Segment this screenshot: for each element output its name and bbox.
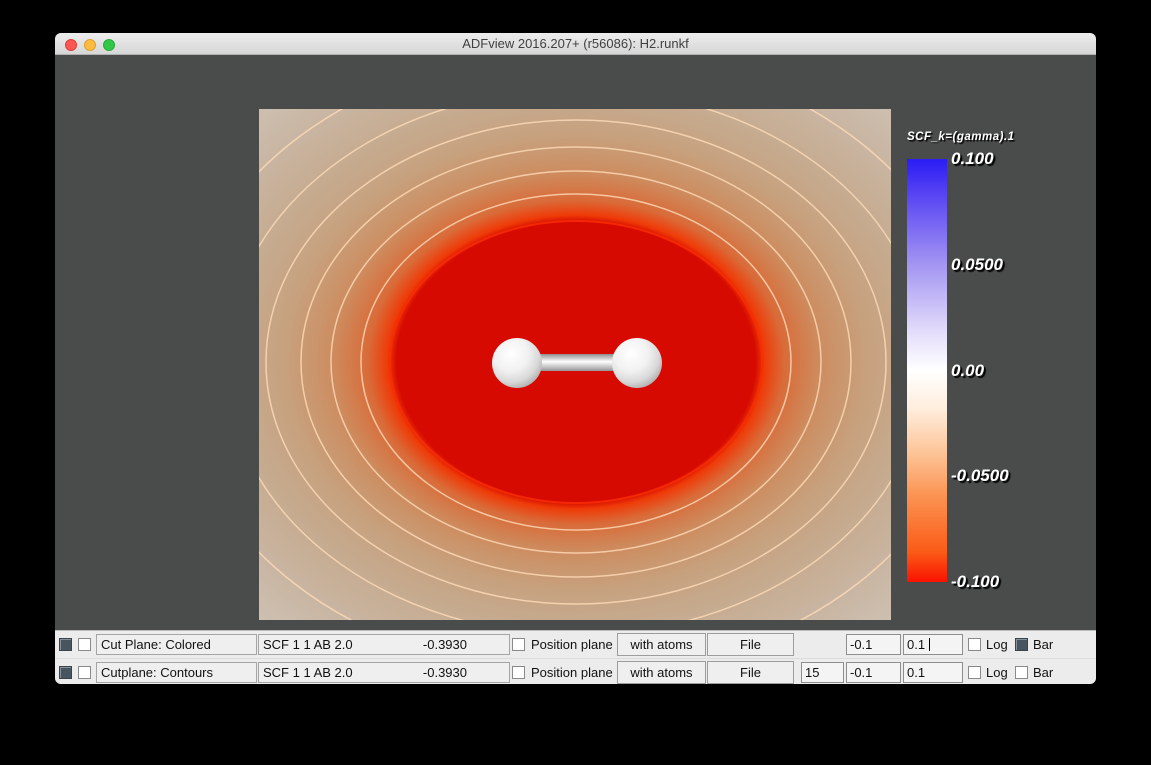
colorbar-tick: -0.100 xyxy=(951,572,999,592)
with-atoms-button[interactable]: with atoms xyxy=(617,661,706,684)
log-checkbox[interactable] xyxy=(968,666,981,679)
colorbar xyxy=(907,159,947,582)
bar-label: Bar xyxy=(1033,665,1053,680)
field-source: SCF 1 1 AB 2.0 xyxy=(263,665,353,682)
position-plane-checkbox[interactable] xyxy=(512,666,525,679)
position-plane-checkbox[interactable] xyxy=(512,638,525,651)
adfview-window: ADFview 2016.207+ (r56086): H2.runkf xyxy=(55,33,1096,684)
bar-checkbox[interactable] xyxy=(1015,666,1028,679)
colorbar-tick: 0.0500 xyxy=(951,255,1003,275)
position-plane-label: Position plane xyxy=(531,637,613,652)
secondary-toggle-checkbox[interactable] xyxy=(78,638,91,651)
field-value: -0.3930 xyxy=(423,637,467,654)
plane-type-field[interactable]: Cut Plane: Colored xyxy=(96,634,257,655)
log-label: Log xyxy=(986,665,1008,680)
position-plane-label: Position plane xyxy=(531,665,613,680)
bar-checkbox[interactable] xyxy=(1015,638,1028,651)
hydrogen-atom xyxy=(492,338,542,388)
cutplane-colored-row: Cut Plane: Colored SCF 1 1 AB 2.0 -0.393… xyxy=(55,631,1096,658)
file-button[interactable]: File xyxy=(707,661,794,684)
min-value-input[interactable]: -0.1 xyxy=(846,662,901,683)
field-toggle-checkbox[interactable] xyxy=(59,638,72,651)
colorbar-tick: -0.0500 xyxy=(951,466,1009,486)
file-button[interactable]: File xyxy=(707,633,794,656)
colorbar-tick: 0.100 xyxy=(951,149,994,169)
field-source-field[interactable]: SCF 1 1 AB 2.0 -0.3930 xyxy=(258,634,510,655)
max-value-input[interactable]: 0.1 xyxy=(903,634,963,655)
max-value: 0.1 xyxy=(907,637,925,652)
field-toggle-checkbox[interactable] xyxy=(59,666,72,679)
hydrogen-atom xyxy=(612,338,662,388)
title-bar[interactable]: ADFview 2016.207+ (r56086): H2.runkf xyxy=(55,33,1096,55)
min-value-input[interactable]: -0.1 xyxy=(846,634,901,655)
field-value: -0.3930 xyxy=(423,665,467,682)
text-caret xyxy=(929,638,930,651)
log-label: Log xyxy=(986,637,1008,652)
field-source: SCF 1 1 AB 2.0 xyxy=(263,637,353,654)
colorbar-tick: 0.00 xyxy=(951,361,984,381)
window-title: ADFview 2016.207+ (r56086): H2.runkf xyxy=(55,36,1096,51)
colorbar-title: SCF_k=(gamma).1 xyxy=(907,131,1067,143)
bar-label: Bar xyxy=(1033,637,1053,652)
secondary-toggle-checkbox[interactable] xyxy=(78,666,91,679)
render-viewport[interactable]: SCF_k=(gamma).1 0.100 0.0500 0.00 -0.050… xyxy=(55,55,1096,630)
plane-type-field[interactable]: Cutplane: Contours xyxy=(96,662,257,683)
cutplane-contours-row: Cutplane: Contours SCF 1 1 AB 2.0 -0.393… xyxy=(55,658,1096,684)
with-atoms-button[interactable]: with atoms xyxy=(617,633,706,656)
cutplane-control-panel: Cut Plane: Colored SCF 1 1 AB 2.0 -0.393… xyxy=(55,630,1096,684)
field-source-field[interactable]: SCF 1 1 AB 2.0 -0.3930 xyxy=(258,662,510,683)
cut-plane[interactable] xyxy=(259,109,891,620)
max-value-input[interactable]: 0.1 xyxy=(903,662,963,683)
screen: ADFview 2016.207+ (r56086): H2.runkf xyxy=(0,0,1151,765)
log-checkbox[interactable] xyxy=(968,638,981,651)
num-contours-input[interactable]: 15 xyxy=(801,662,844,683)
